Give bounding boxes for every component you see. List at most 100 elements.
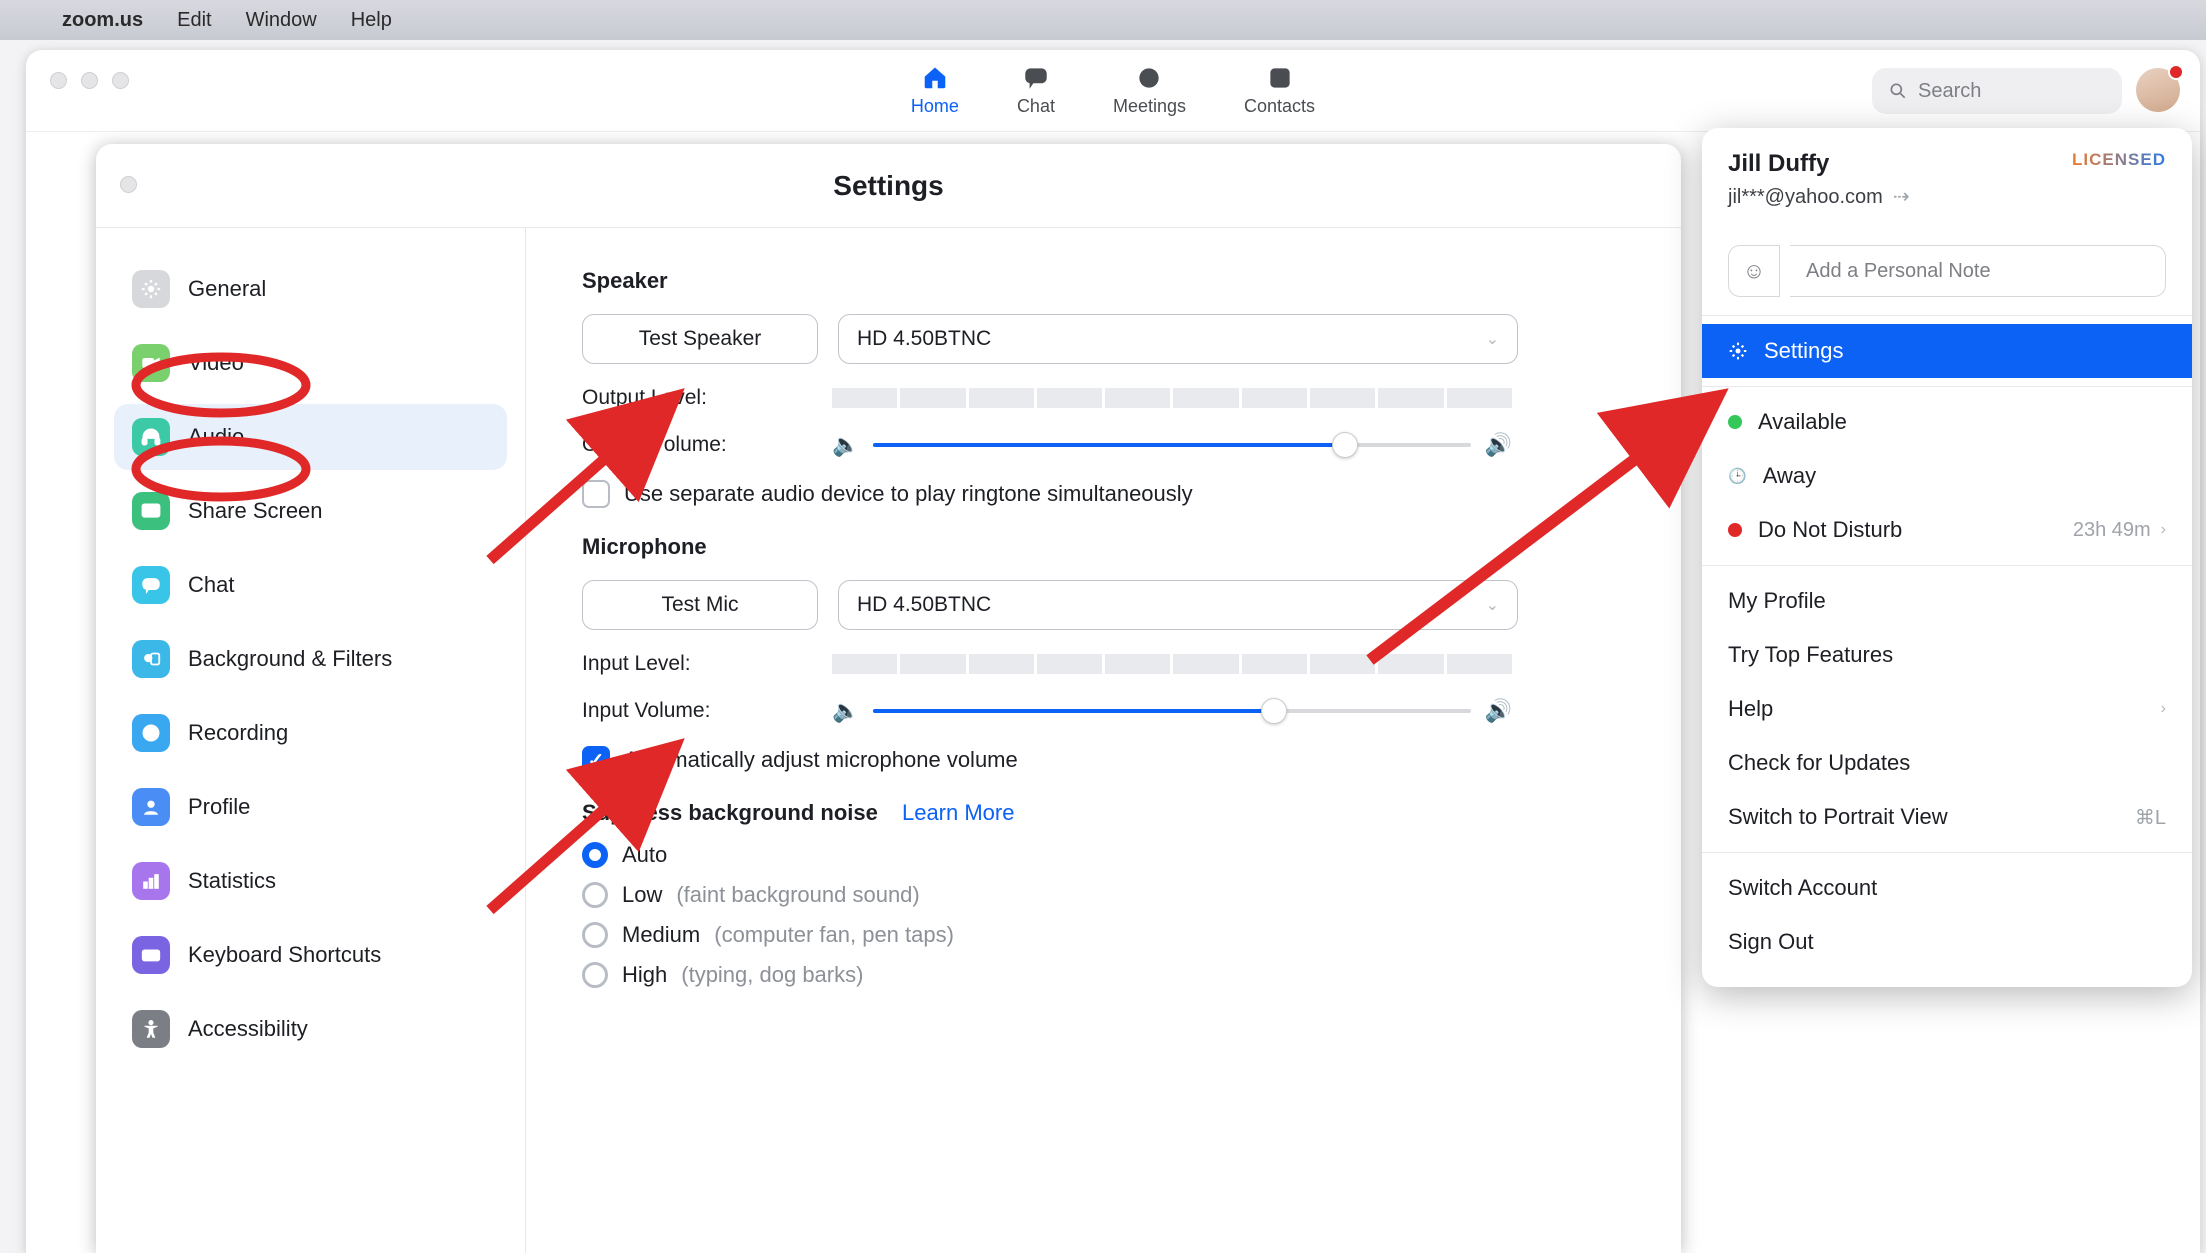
radio-medium[interactable]: Medium (computer fan, pen taps) — [582, 922, 1621, 948]
radio-auto[interactable]: Auto — [582, 842, 1621, 868]
chat-icon — [132, 566, 170, 604]
input-level-label: Input Level: — [582, 652, 812, 676]
auto-adjust-label: Automatically adjust microphone volume — [624, 747, 1018, 773]
settings-sidebar: General Video Audio Share Screen Chat Ba… — [96, 228, 526, 1253]
menubar-item-window[interactable]: Window — [246, 9, 317, 32]
chevron-right-icon: › — [2161, 700, 2166, 718]
menubar-item-edit[interactable]: Edit — [177, 9, 211, 32]
search-placeholder: Search — [1918, 80, 1981, 103]
sidebar-item-video[interactable]: Video — [114, 330, 507, 396]
radio-auto-label: Auto — [622, 842, 667, 868]
radio-icon — [582, 922, 608, 948]
profile-menu-available[interactable]: Available — [1702, 395, 2192, 449]
nav-contacts-label: Contacts — [1244, 96, 1315, 117]
sidebar-item-accessibility[interactable]: Accessibility — [114, 996, 507, 1062]
sidebar-item-chat[interactable]: Chat — [114, 552, 507, 618]
nav-chat[interactable]: Chat — [1017, 64, 1055, 117]
settings-label: Settings — [1764, 338, 1844, 364]
chat-bubble-icon — [1022, 64, 1050, 92]
sidebar-label: Statistics — [188, 868, 276, 894]
available-icon — [1728, 415, 1742, 429]
volume-high-icon: 🔊 — [1485, 432, 1512, 458]
sidebar-label: Video — [188, 350, 244, 376]
keyboard-icon — [132, 936, 170, 974]
profile-menu-top-features[interactable]: Try Top Features — [1702, 628, 2192, 682]
test-speaker-button[interactable]: Test Speaker — [582, 314, 818, 364]
profile-menu-switch-account[interactable]: Switch Account — [1702, 861, 2192, 915]
sidebar-item-profile[interactable]: Profile — [114, 774, 507, 840]
sidebar-label: Share Screen — [188, 498, 323, 524]
search-icon — [1888, 81, 1908, 101]
volume-low-icon: 🔈 — [832, 432, 859, 458]
output-level-meter — [832, 388, 1512, 408]
sidebar-item-general[interactable]: General — [114, 256, 507, 322]
nav-home-label: Home — [911, 96, 959, 117]
profile-menu-portrait[interactable]: Switch to Portrait View ⌘L — [1702, 790, 2192, 844]
output-volume-slider[interactable] — [873, 443, 1470, 447]
topnav: Home Chat Meetings Contacts Search — [26, 50, 2200, 132]
radio-med-label: Medium — [622, 922, 700, 948]
chevron-down-icon: ⌄ — [1486, 329, 1499, 349]
clock-icon — [1135, 64, 1163, 92]
profile-menu-away[interactable]: 🕒Away — [1702, 449, 2192, 503]
sidebar-item-statistics[interactable]: Statistics — [114, 848, 507, 914]
profile-menu-help[interactable]: Help › — [1702, 682, 2192, 736]
profile-menu-check-updates[interactable]: Check for Updates — [1702, 736, 2192, 790]
radio-icon — [582, 882, 608, 908]
profile-menu-my-profile[interactable]: My Profile — [1702, 574, 2192, 628]
separate-ringtone-checkbox[interactable] — [582, 480, 610, 508]
sidebar-label: Chat — [188, 572, 234, 598]
avatar[interactable] — [2136, 68, 2180, 112]
nav-home[interactable]: Home — [911, 64, 959, 117]
link-icon[interactable]: ⇢ — [1893, 186, 1910, 208]
profile-menu-settings[interactable]: Settings — [1702, 324, 2192, 378]
portrait-shortcut: ⌘L — [2135, 805, 2166, 830]
learn-more-link[interactable]: Learn More — [902, 800, 1015, 825]
speaker-device-select[interactable]: HD 4.50BTNC ⌄ — [838, 314, 1518, 364]
settings-title: Settings — [833, 170, 943, 202]
license-badge: LICENSED — [2072, 150, 2166, 170]
nav-meetings-label: Meetings — [1113, 96, 1186, 117]
sidebar-item-bg-filters[interactable]: Background & Filters — [114, 626, 507, 692]
radio-low[interactable]: Low (faint background sound) — [582, 882, 1621, 908]
radio-high-hint: (typing, dog barks) — [681, 962, 863, 988]
dnd-icon — [1728, 523, 1742, 537]
contacts-icon — [1266, 64, 1294, 92]
settings-window: Settings General Video Audio Share Scree… — [96, 144, 1681, 1253]
profile-popover: Jill Duffy LICENSED jil***@yahoo.com⇢ ☺ … — [1702, 128, 2192, 987]
search-input[interactable]: Search — [1872, 68, 2122, 114]
sidebar-item-share-screen[interactable]: Share Screen — [114, 478, 507, 544]
sidebar-label: Recording — [188, 720, 288, 746]
emoji-picker-button[interactable]: ☺ — [1728, 245, 1780, 297]
profile-menu-sign-out[interactable]: Sign Out — [1702, 915, 2192, 969]
radio-low-hint: (faint background sound) — [676, 882, 919, 908]
input-volume-slider[interactable] — [873, 709, 1470, 713]
nav-meetings[interactable]: Meetings — [1113, 64, 1186, 117]
bg-filters-icon — [132, 640, 170, 678]
gear-icon — [1728, 341, 1748, 361]
menubar-item-help[interactable]: Help — [351, 9, 392, 32]
mic-device-select[interactable]: HD 4.50BTNC ⌄ — [838, 580, 1518, 630]
test-mic-button[interactable]: Test Mic — [582, 580, 818, 630]
accessibility-icon — [132, 1010, 170, 1048]
personal-note-input[interactable]: Add a Personal Note — [1790, 245, 2166, 297]
statistics-icon — [132, 862, 170, 900]
sidebar-item-keyboard-shortcuts[interactable]: Keyboard Shortcuts — [114, 922, 507, 988]
nav-contacts[interactable]: Contacts — [1244, 64, 1315, 117]
sidebar-item-audio[interactable]: Audio — [114, 404, 507, 470]
profile-icon — [132, 788, 170, 826]
sidebar-item-recording[interactable]: Recording — [114, 700, 507, 766]
macos-menubar: zoom.us Edit Window Help — [0, 0, 2206, 40]
sidebar-label: Accessibility — [188, 1016, 308, 1042]
sidebar-label: General — [188, 276, 266, 302]
profile-menu-dnd[interactable]: Do Not Disturb 23h 49m› — [1702, 503, 2192, 557]
headphones-icon — [132, 418, 170, 456]
menubar-app-name[interactable]: zoom.us — [62, 9, 143, 32]
auto-adjust-mic-checkbox[interactable] — [582, 746, 610, 774]
separate-ringtone-label: Use separate audio device to play ringto… — [624, 481, 1193, 507]
microphone-section-title: Microphone — [582, 534, 1621, 560]
close-icon[interactable] — [120, 176, 137, 193]
away-icon: 🕒 — [1728, 467, 1747, 485]
output-level-label: Output Level: — [582, 386, 812, 410]
radio-high[interactable]: High (typing, dog barks) — [582, 962, 1621, 988]
